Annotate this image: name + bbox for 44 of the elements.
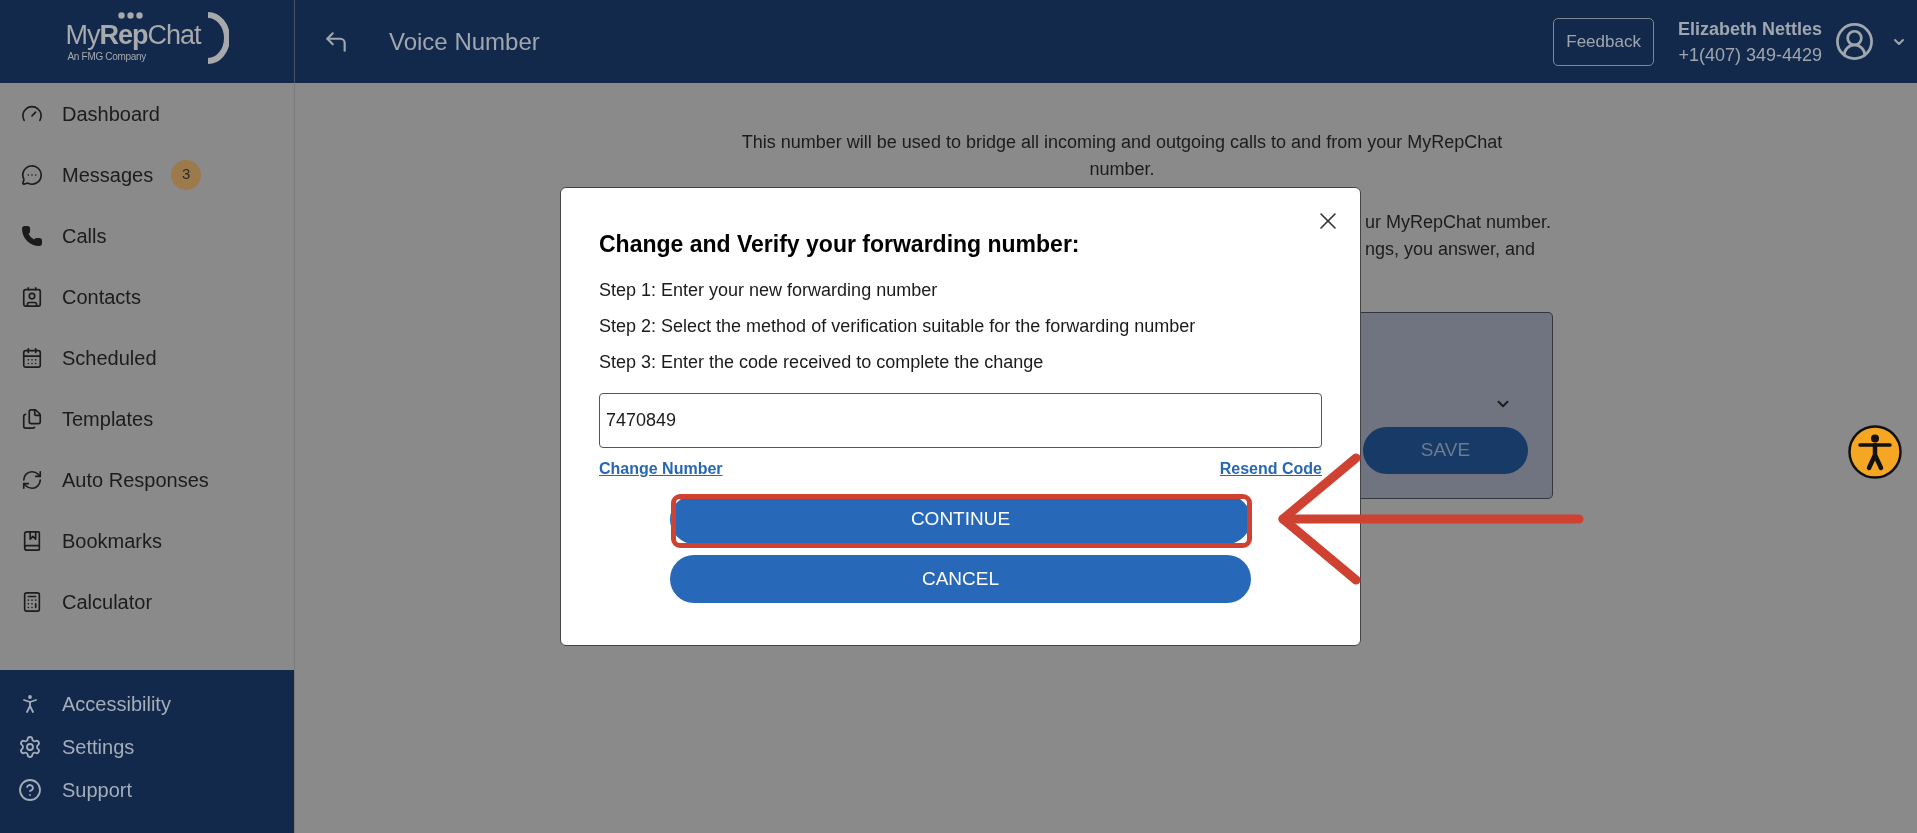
unread-count-badge: 3 (171, 159, 202, 190)
sidebar-item[interactable]: Messages 3 (0, 144, 294, 205)
description-text: ur MyRepChat number. (1365, 211, 1552, 234)
sidebar-item[interactable]: Scheduled (0, 327, 294, 388)
dialog-title: Change and Verify your forwarding number: (599, 230, 1081, 258)
logo-tagline: An FMG Company (67, 50, 148, 63)
user-name: Elizabeth Nettles (1677, 17, 1822, 41)
accessibility-icon[interactable] (1848, 425, 1902, 479)
code-input-field[interactable]: 7470849 (599, 393, 1322, 448)
intro-text: This number will be used to bridge all incoming and outgoing calls to and from your MyRepChat number. (740, 131, 1504, 181)
sidebar-item[interactable]: Templates (0, 388, 294, 449)
contact-card-icon (21, 285, 43, 308)
book-icon (21, 529, 43, 552)
avatar-icon[interactable] (1834, 21, 1875, 62)
user-phone: +1(407) 349-4429 (1678, 43, 1822, 67)
sidebar-item[interactable]: Calls (0, 205, 294, 266)
step-text: Step 1: Enter your new forwarding number (599, 279, 939, 302)
sidebar-item[interactable]: Auto Responses (0, 449, 294, 510)
description-text: ngs, you answer, and (1365, 238, 1537, 261)
text-link[interactable]: Resend Code (1219, 459, 1322, 479)
sidebar-footer-item[interactable]: Support (0, 768, 294, 811)
sidebar-footer-item[interactable]: Settings (0, 725, 294, 768)
help-icon (18, 777, 42, 802)
sidebar-item[interactable]: Bookmarks (0, 510, 294, 571)
dots-icon (118, 11, 144, 19)
documents-icon (21, 407, 43, 430)
calculator-icon (21, 590, 43, 613)
sidebar-footer-item[interactable]: Accessibility (0, 682, 294, 725)
phone-icon (21, 224, 43, 247)
text-link[interactable]: Change Number (599, 459, 723, 479)
settings-icon (18, 734, 42, 759)
sidebar-item[interactable]: Dashboard (0, 83, 294, 144)
sidebar-item[interactable]: Contacts (0, 266, 294, 327)
sidebar-item[interactable]: Calculator (0, 571, 294, 632)
step-text: Step 2: Select the method of verification suitable for the forwarding number (599, 315, 1197, 338)
dialog-button[interactable]: CANCEL (670, 555, 1251, 603)
feedback-button[interactable]: Feedback (1553, 17, 1654, 66)
step-text: Step 3: Enter the code received to complete the change (599, 351, 1045, 374)
save-button[interactable]: SAVE (1363, 427, 1528, 474)
page-title: Voice Number (389, 26, 540, 57)
refresh-icon (21, 468, 43, 491)
speech-bubble-icon (21, 163, 43, 186)
logo-wordmark: MyRepChat (65, 20, 201, 49)
calendar-icon (21, 346, 43, 369)
